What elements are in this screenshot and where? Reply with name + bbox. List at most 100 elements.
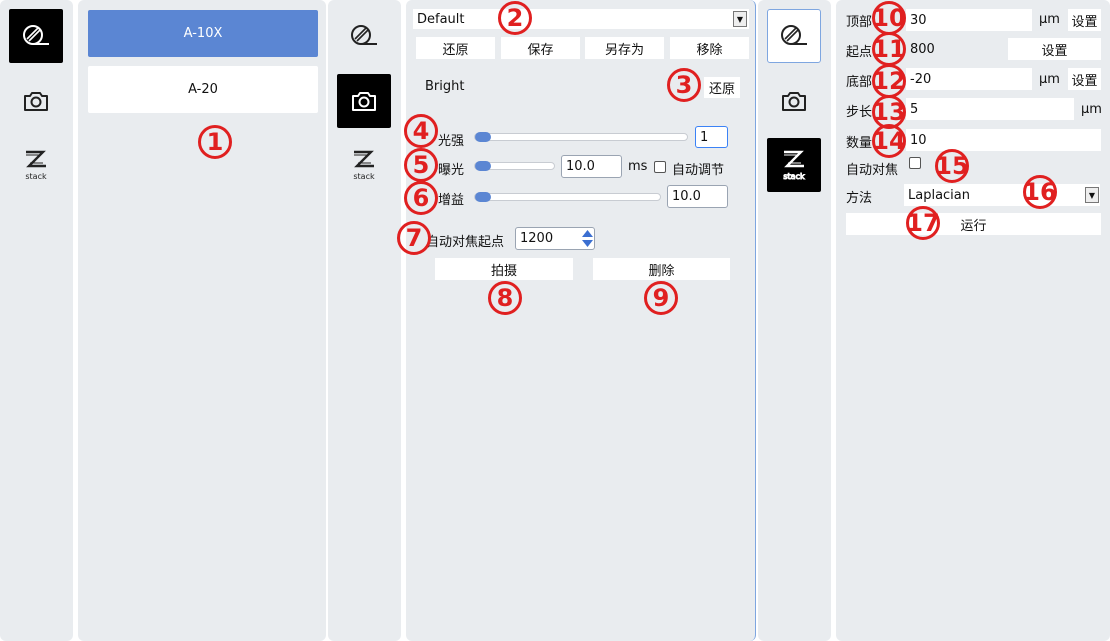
- annotation-badge-10: 10: [872, 1, 906, 35]
- top-label: 顶部: [846, 15, 873, 30]
- annotation-badge-5: 5: [404, 148, 438, 182]
- capture-button[interactable]: 拍摄: [435, 258, 573, 280]
- autofocus-checkbox[interactable]: [909, 157, 921, 169]
- objective-icon: [23, 25, 49, 45]
- intensity-slider-track[interactable]: [474, 133, 688, 141]
- intensity-input[interactable]: 1: [695, 126, 728, 148]
- count-value: 10: [910, 132, 927, 148]
- camera-icon: [24, 92, 48, 111]
- remove-button[interactable]: 移除: [670, 37, 749, 59]
- annotation-badge-9: 9: [644, 281, 678, 315]
- spinner-arrows-icon: [582, 230, 593, 247]
- annotation-badge-11: 11: [872, 32, 906, 66]
- intensity-value: 1: [700, 129, 709, 145]
- method-label: 方法: [846, 191, 873, 206]
- gain-slider-track[interactable]: [474, 193, 661, 201]
- annotation-badge-12: 12: [872, 64, 906, 98]
- count-input[interactable]: 10: [906, 129, 1101, 151]
- exposure-auto-label: 自动调节: [672, 163, 725, 178]
- step-value: 5: [910, 101, 919, 117]
- gain-label: 增益: [438, 193, 465, 208]
- exposure-label: 曝光: [438, 163, 465, 178]
- mode-restore-button[interactable]: 还原: [704, 77, 740, 98]
- bottom-set-button[interactable]: 设置: [1068, 68, 1101, 90]
- exposure-unit: ms: [628, 159, 648, 174]
- annotation-badge-15: 15: [935, 149, 969, 183]
- bottom-input[interactable]: -20: [906, 68, 1032, 90]
- method-select[interactable]: Laplacian: [904, 184, 1100, 206]
- camera-icon: [352, 92, 376, 111]
- af-start-spinner[interactable]: [581, 228, 594, 249]
- af-start-value: 1200: [520, 231, 554, 246]
- annotation-badge-1: 1: [198, 125, 232, 159]
- zstack-panel: [836, 0, 1110, 641]
- top-value: 30: [910, 12, 927, 28]
- bottom-unit: μm: [1039, 72, 1060, 87]
- method-dropdown-arrow[interactable]: ▼: [1085, 187, 1099, 203]
- gain-input[interactable]: 10.0: [667, 185, 728, 208]
- bottom-label: 底部: [846, 75, 873, 90]
- annotation-badge-3: 3: [667, 68, 701, 102]
- annotation-badge-6: 6: [404, 181, 438, 215]
- start-label: 起点: [846, 45, 873, 60]
- objective-icon: [351, 25, 377, 45]
- annotation-badge-4: 4: [404, 114, 438, 148]
- bottom-value: -20: [910, 71, 932, 87]
- autofocus-label: 自动对焦: [846, 163, 899, 178]
- step-label: 步长: [846, 105, 873, 120]
- zstack-icon: stack: [353, 150, 375, 181]
- svg-text:stack: stack: [25, 172, 47, 181]
- objective-tool-button[interactable]: [767, 9, 821, 63]
- step-unit: μm: [1081, 102, 1102, 117]
- zstack-tool-button[interactable]: stack: [767, 138, 821, 192]
- camera-tool-button[interactable]: [767, 74, 821, 128]
- zstack-tool-button[interactable]: stack: [9, 138, 63, 192]
- objective-icon: [781, 25, 807, 45]
- camera-icon: [782, 92, 806, 111]
- svg-text:stack: stack: [783, 172, 805, 181]
- zstack-tool-button[interactable]: stack: [337, 138, 391, 192]
- annotation-badge-8: 8: [488, 281, 522, 315]
- lens-item-a10x[interactable]: A-10X: [88, 10, 318, 57]
- save-as-button[interactable]: 另存为: [585, 37, 664, 59]
- camera-tool-button[interactable]: [9, 74, 63, 128]
- lens-item-a20[interactable]: A-20: [88, 66, 318, 113]
- intensity-label: 光强: [438, 134, 465, 149]
- method-value: Laplacian: [908, 187, 971, 203]
- preset-select[interactable]: Default: [413, 9, 749, 29]
- annotation-badge-16: 16: [1023, 175, 1057, 209]
- camera-tool-button[interactable]: [337, 74, 391, 128]
- af-start-label: 自动对焦起点: [426, 235, 505, 250]
- start-input: 800: [906, 38, 1002, 60]
- delete-button[interactable]: 删除: [593, 258, 730, 280]
- svg-text:stack: stack: [353, 172, 375, 181]
- annotation-badge-14: 14: [872, 124, 906, 158]
- objective-tool-button[interactable]: [337, 9, 391, 63]
- annotation-badge-7: 7: [397, 221, 431, 255]
- preset-dropdown-arrow[interactable]: ▼: [733, 11, 747, 27]
- top-input[interactable]: 30: [906, 9, 1032, 31]
- annotation-badge-17: 17: [906, 206, 940, 240]
- save-button[interactable]: 保存: [501, 37, 580, 59]
- exposure-input[interactable]: 10.0: [561, 155, 622, 178]
- zstack-icon: stack: [25, 150, 47, 181]
- annotation-badge-2: 2: [498, 1, 532, 35]
- start-set-button[interactable]: 设置: [1008, 38, 1101, 60]
- intensity-slider-thumb[interactable]: [475, 132, 491, 142]
- restore-button[interactable]: 还原: [416, 37, 495, 59]
- objective-tool-button[interactable]: [9, 9, 63, 63]
- top-unit: μm: [1039, 12, 1060, 27]
- preset-value: Default: [417, 11, 465, 27]
- exposure-slider-thumb[interactable]: [475, 161, 491, 171]
- exposure-auto-checkbox[interactable]: [654, 161, 666, 173]
- exposure-value: 10.0: [566, 159, 595, 174]
- zstack-icon: stack: [783, 150, 805, 182]
- run-button[interactable]: 运行: [846, 213, 1101, 235]
- gain-value: 10.0: [672, 189, 701, 204]
- mode-label: Bright: [425, 79, 465, 94]
- top-set-button[interactable]: 设置: [1068, 9, 1101, 31]
- start-value: 800: [910, 41, 935, 57]
- step-input[interactable]: 5: [906, 98, 1074, 120]
- count-label: 数量: [846, 136, 873, 151]
- gain-slider-thumb[interactable]: [475, 192, 491, 202]
